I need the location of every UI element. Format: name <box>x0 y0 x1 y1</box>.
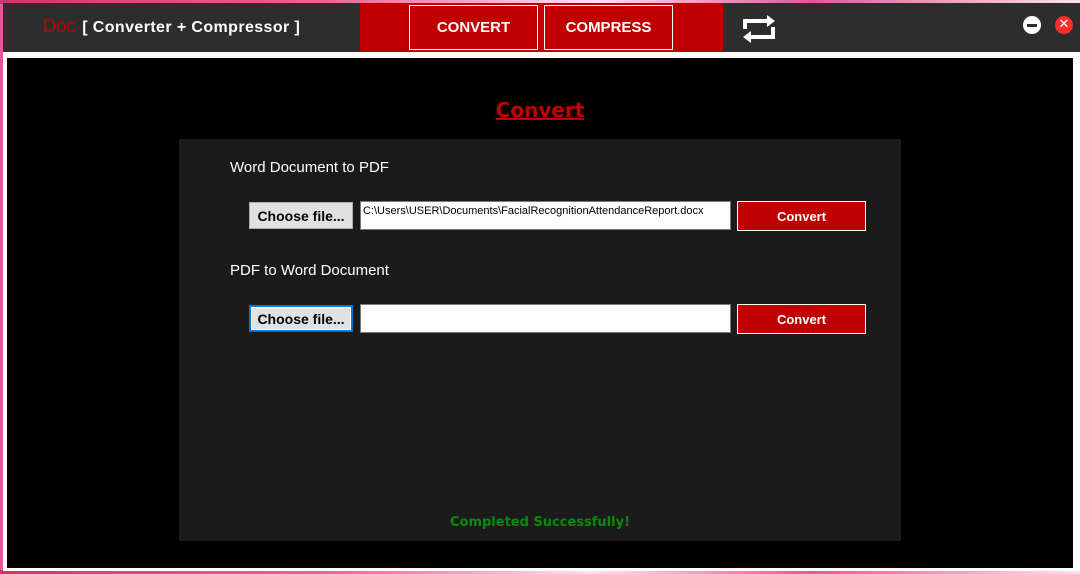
main-content: Convert Word Document to PDF Choose file… <box>7 58 1073 568</box>
pdf-to-word-label: PDF to Word Document <box>230 262 389 279</box>
app-window: Doc [ Converter + Compressor ] CONVERT CO… <box>3 3 1080 571</box>
app-title-text: [ Converter + Compressor ] <box>82 19 301 36</box>
converter-panel: Word Document to PDF Choose file... C:\U… <box>179 139 901 541</box>
pdf-file-path-input[interactable] <box>360 304 731 333</box>
app-title-prefix: Doc <box>43 16 77 36</box>
refresh-swap-icon[interactable] <box>739 13 779 45</box>
word-choose-file-button[interactable]: Choose file... <box>249 202 353 229</box>
pdf-convert-button[interactable]: Convert <box>737 304 866 334</box>
status-message: Completed Successfully! <box>449 515 630 530</box>
app-title: Doc [ Converter + Compressor ] <box>43 16 300 37</box>
word-to-pdf-label: Word Document to PDF <box>230 159 389 176</box>
pdf-choose-file-button[interactable]: Choose file... <box>249 305 353 332</box>
word-convert-button[interactable]: Convert <box>737 201 866 231</box>
title-bar: Doc [ Converter + Compressor ] CONVERT CO… <box>3 3 1080 52</box>
convert-nav-button[interactable]: CONVERT <box>409 5 538 50</box>
minimize-icon[interactable] <box>1023 16 1041 34</box>
compress-nav-button[interactable]: COMPRESS <box>544 5 673 50</box>
word-file-path-input[interactable]: C:\Users\USER\Documents\FacialRecognitio… <box>360 201 731 230</box>
close-icon[interactable]: ✕ <box>1055 16 1073 34</box>
page-title: Convert <box>495 98 585 122</box>
